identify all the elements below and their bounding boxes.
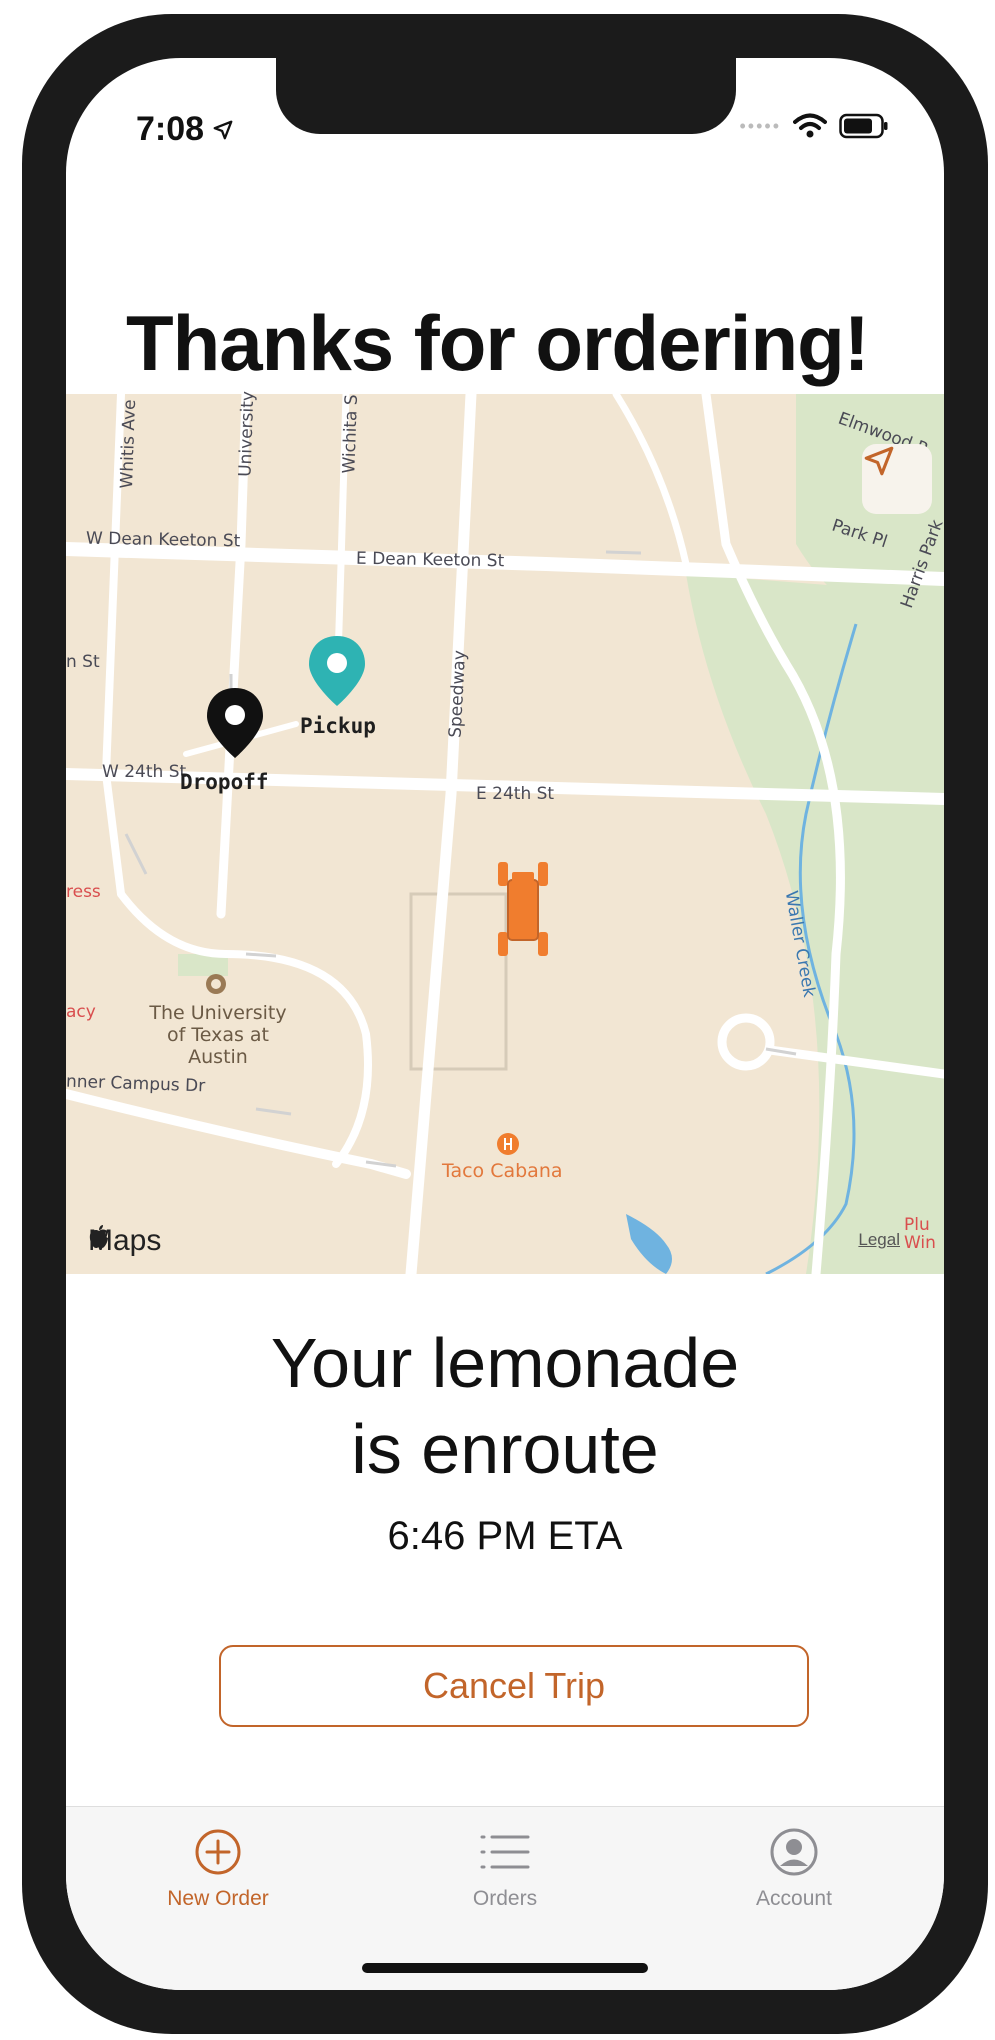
restaurant-icon: [497, 1133, 519, 1155]
poi-taco-cabana: Taco Cabana: [442, 1160, 563, 1182]
wifi-icon: [793, 113, 827, 138]
tab-account[interactable]: Account: [694, 1827, 894, 1911]
street-label: University: [235, 390, 259, 478]
eta-text: 6:46 PM ETA: [387, 1514, 623, 1558]
street-label: Whitis Ave: [117, 399, 141, 489]
person-circle-icon: [770, 1828, 818, 1876]
tab-bar: New Order Orders Account: [66, 1806, 944, 1990]
signal-dots-icon: •••••: [739, 115, 781, 136]
battery-icon: [839, 113, 888, 139]
dropoff-label: Dropoff: [180, 770, 269, 794]
street-label: n St: [66, 652, 100, 672]
pickup-pin-icon[interactable]: [306, 634, 368, 710]
tab-orders[interactable]: Orders: [405, 1827, 605, 1911]
poi-university: The University of Texas at Austin: [118, 1002, 318, 1068]
tab-new-order[interactable]: New Order: [118, 1827, 318, 1911]
status-line-2: is enroute: [351, 1410, 659, 1488]
plus-circle-icon: [195, 1829, 241, 1875]
map-edge-label: Plu Win: [904, 1215, 936, 1253]
location-arrow-icon: [864, 446, 894, 476]
location-arrow-icon: [213, 120, 233, 139]
home-indicator[interactable]: [362, 1963, 648, 1973]
tab-label: New Order: [167, 1887, 269, 1910]
poi-line: Austin: [188, 1046, 248, 1068]
street-label: acy: [66, 1002, 96, 1022]
street-label: ress: [66, 882, 101, 902]
delivery-status: Your lemonade is enroute 6:46 PM ETA: [66, 1320, 944, 1559]
pickup-label: Pickup: [300, 714, 376, 738]
apple-maps-attribution: Maps: [88, 1224, 161, 1258]
phone-frame: 7:08 ••••• Thanks for ordering! W Dean K…: [22, 14, 988, 2034]
vehicle-icon: [498, 862, 548, 956]
dropoff-pin-icon[interactable]: [204, 686, 266, 762]
street-label: W Dean Keeton St: [85, 528, 241, 552]
app-screen: 7:08 ••••• Thanks for ordering! W Dean K…: [66, 58, 944, 1990]
page-title: Thanks for ordering!: [126, 299, 870, 387]
street-label: E 24th St: [476, 784, 555, 804]
street-label: W 24th St: [102, 762, 187, 782]
apple-logo-icon: [89, 1225, 108, 1248]
status-bar-indicators: •••••: [739, 113, 889, 139]
street-label: Wichita S: [339, 394, 363, 474]
poi-line: The University: [149, 1002, 287, 1024]
cancel-trip-button[interactable]: Cancel Trip: [219, 1645, 809, 1727]
device-notch: [276, 58, 736, 134]
status-time-text: 7:08: [136, 110, 205, 148]
status-bar-time: 7:08: [136, 110, 234, 149]
tab-label: Orders: [472, 1887, 538, 1910]
legal-link[interactable]: Legal: [858, 1230, 900, 1250]
map-view[interactable]: W Dean Keeton St E Dean Keeton St Whitis…: [66, 390, 944, 1274]
street-label: E Dean Keeton St: [355, 548, 505, 572]
poi-line: of Texas at: [166, 1024, 269, 1046]
university-icon: [206, 974, 226, 994]
locate-me-button[interactable]: [862, 444, 932, 514]
list-icon: [480, 1835, 530, 1869]
tab-label: Account: [756, 1887, 832, 1910]
status-line-1: Your lemonade: [270, 1324, 740, 1402]
